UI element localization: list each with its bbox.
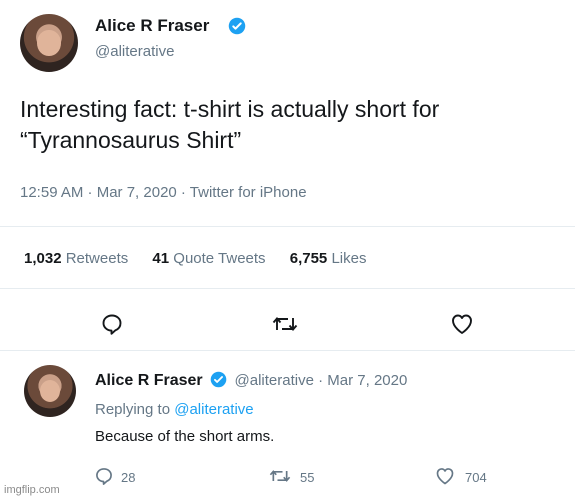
heart-icon[interactable] — [449, 312, 475, 336]
retweets-label: Retweets — [65, 250, 129, 267]
divider — [0, 226, 575, 227]
quotes-count: 41 — [152, 250, 170, 267]
divider — [0, 350, 575, 351]
author-name[interactable]: Alice R Fraser — [95, 16, 209, 36]
likes-label: Likes — [331, 250, 367, 267]
comment-icon[interactable] — [100, 312, 124, 336]
replying-to: Replying to @aliterative — [95, 401, 254, 418]
reply-count: 28 — [121, 470, 136, 485]
tweet-stats: 1,032 Retweets 41 Quote Tweets 6,755 Lik… — [24, 250, 564, 267]
like-count: 704 — [465, 470, 487, 485]
avatar[interactable] — [20, 14, 78, 72]
divider — [0, 288, 575, 289]
comment-icon[interactable] — [94, 466, 114, 486]
retweet-icon[interactable] — [268, 466, 292, 486]
retweet-icon[interactable] — [271, 312, 299, 336]
author-handle[interactable]: @aliterative — [95, 43, 174, 60]
tweet-text-line-2: “Tyrannosaurus Shirt” — [20, 127, 242, 153]
tweet-timestamp[interactable]: 12:59 AM · Mar 7, 2020 · Twitter for iPh… — [20, 184, 307, 201]
verified-badge-icon — [228, 17, 246, 35]
reply-header: Alice R Fraser @aliterative · Mar 7, 202… — [95, 371, 407, 390]
reply-author-name[interactable]: Alice R Fraser — [95, 372, 203, 389]
quotes-label: Quote Tweets — [173, 250, 266, 267]
tweet-text: Interesting fact: t-shirt is actually sh… — [20, 94, 565, 156]
retweets-stat[interactable]: 1,032 Retweets — [24, 250, 132, 267]
verified-badge-icon — [210, 371, 227, 388]
tweet-text-line-1: Interesting fact: t-shirt is actually sh… — [20, 96, 440, 122]
replying-to-handle[interactable]: @aliterative — [174, 401, 253, 418]
likes-count: 6,755 — [289, 250, 328, 267]
likes-stat[interactable]: 6,755 Likes — [290, 250, 367, 267]
reply-handle-date[interactable]: @aliterative · Mar 7, 2020 — [235, 372, 408, 389]
quotes-stat[interactable]: 41 Quote Tweets — [152, 250, 269, 267]
watermark: imgflip.com — [4, 484, 60, 496]
reply-avatar[interactable] — [24, 365, 76, 417]
reply-text: Because of the short arms. — [95, 428, 275, 445]
retweet-count: 55 — [300, 470, 315, 485]
retweets-count: 1,032 — [24, 250, 62, 267]
heart-icon[interactable] — [434, 466, 456, 486]
replying-to-label: Replying to — [95, 401, 171, 418]
